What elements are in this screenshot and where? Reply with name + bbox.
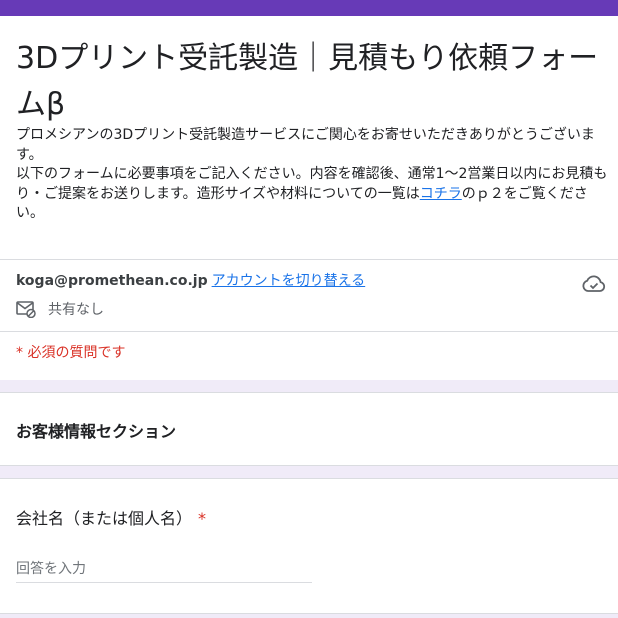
account-email: koga@promethean.co.jp [16, 273, 208, 289]
form-header-card: 3Dプリント受託製造｜見積もり依頼フォームβ プロメシアンの3Dプリント受託製造… [0, 16, 618, 380]
share-status-text: 共有なし [48, 302, 104, 318]
share-status-row: 共有なし [16, 299, 104, 319]
required-asterisk: * [198, 509, 207, 528]
form-accent-bar [0, 0, 618, 16]
question-card-company-name: 会社名（または個人名） * [0, 478, 618, 614]
mail-off-icon [16, 301, 36, 318]
description-line-1: プロメシアンの3Dプリント受託製造サービスにご関心をお寄せいただきありがとうござ… [16, 127, 595, 163]
section-card-customer-info: お客様情報セクション [0, 392, 618, 466]
form-title: 3Dプリント受託製造｜見積もり依頼フォームβ [16, 41, 599, 122]
section-title: お客様情報セクション [16, 422, 177, 441]
account-row: koga@promethean.co.jp アカウントを切り替える [16, 271, 365, 291]
form-description: プロメシアンの3Dプリント受託製造サービスにご関心をお寄せいただきありがとうござ… [16, 126, 610, 224]
cloud-check-icon[interactable] [582, 274, 606, 294]
description-link[interactable]: コチラ [420, 186, 462, 202]
company-name-input[interactable] [16, 555, 312, 583]
switch-account-link[interactable]: アカウントを切り替える [212, 273, 366, 289]
question-label: 会社名（または個人名） * [16, 505, 206, 529]
required-note: * 必須の質問です [16, 345, 126, 361]
question-label-text: 会社名（または個人名） [16, 509, 193, 528]
divider [0, 331, 618, 332]
divider [0, 259, 618, 260]
